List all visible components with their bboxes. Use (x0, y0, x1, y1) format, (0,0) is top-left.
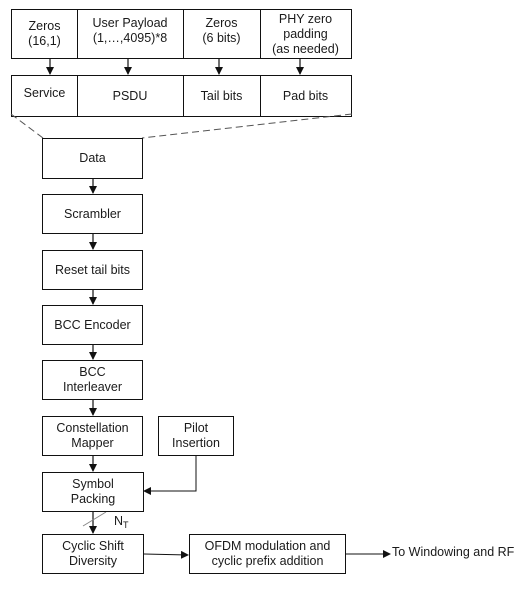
arrow-pilot-to-packing (143, 455, 197, 495)
pilot-insertion-block: Pilot Insertion (158, 416, 234, 456)
stream-count-main: N (114, 514, 124, 528)
stream-slash (82, 511, 107, 527)
expansion-line-right (141, 113, 353, 139)
bcc-encoder-block: BCC Encoder (42, 305, 143, 345)
constellation-mapper-block: Constellation Mapper (42, 416, 143, 456)
cyclic-shift-diversity-block: Cyclic Shift Diversity (42, 534, 144, 574)
stream-count-label: NT (114, 514, 129, 530)
arrow-csd-to-ofdm (143, 550, 189, 559)
ofdm-modulation-block: OFDM modulation and cyclic prefix additi… (189, 534, 346, 574)
expansion-line-left (10, 113, 44, 139)
data-block: Data (42, 138, 143, 179)
reset-tail-bits-block: Reset tail bits (42, 250, 143, 290)
stream-count-sub: T (123, 520, 129, 530)
scrambler-block: Scrambler (42, 194, 143, 234)
bcc-interleaver-block: BCC Interleaver (42, 360, 143, 400)
symbol-packing-block: Symbol Packing (42, 472, 144, 512)
output-label: To Windowing and RF (392, 545, 515, 559)
